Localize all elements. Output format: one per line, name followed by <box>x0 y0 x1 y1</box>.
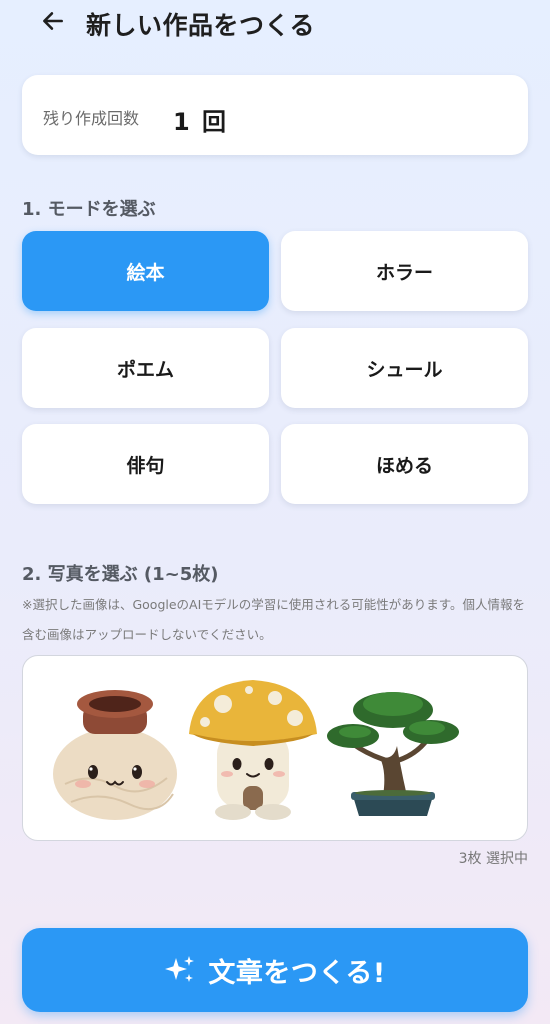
mode-button-picture-book[interactable]: 絵本 <box>22 231 269 311</box>
bonsai-photo[interactable] <box>323 674 463 824</box>
pot-character-photo[interactable] <box>45 674 185 824</box>
mode-button-poem[interactable]: ポエム <box>22 328 269 408</box>
photo-selection-box[interactable] <box>22 655 528 841</box>
arrow-left-icon <box>43 12 63 30</box>
mode-button-horror[interactable]: ホラー <box>281 231 528 311</box>
remaining-label: 残り作成回数 <box>43 109 140 128</box>
mode-button-surreal[interactable]: シュール <box>281 328 528 408</box>
mushroom-character-photo[interactable] <box>183 674 323 824</box>
remaining-count-value: 1 回 <box>173 108 229 136</box>
mode-button-haiku[interactable]: 俳句 <box>22 424 269 504</box>
sparkle-icon <box>165 956 195 982</box>
app-header: 新しい作品をつくる <box>0 0 550 48</box>
back-button[interactable] <box>36 4 70 38</box>
remaining-count-card: 残り作成回数 <box>22 75 528 155</box>
selected-photo-count: 3枚 選択中 <box>458 851 528 867</box>
mode-section-title: 1. モードを選ぶ <box>22 199 156 220</box>
photo-section-title: 2. 写真を選ぶ (1~5枚) <box>22 564 219 585</box>
generate-text-button[interactable]: 文章をつくる! <box>22 928 528 1012</box>
privacy-note: ※選択した画像は、GoogleのAIモデルの学習に使用される可能性があります。個… <box>22 597 526 642</box>
page-title: 新しい作品をつくる <box>86 11 316 40</box>
generate-button-label: 文章をつくる! <box>208 957 386 989</box>
mode-button-praise[interactable]: ほめる <box>281 424 528 504</box>
